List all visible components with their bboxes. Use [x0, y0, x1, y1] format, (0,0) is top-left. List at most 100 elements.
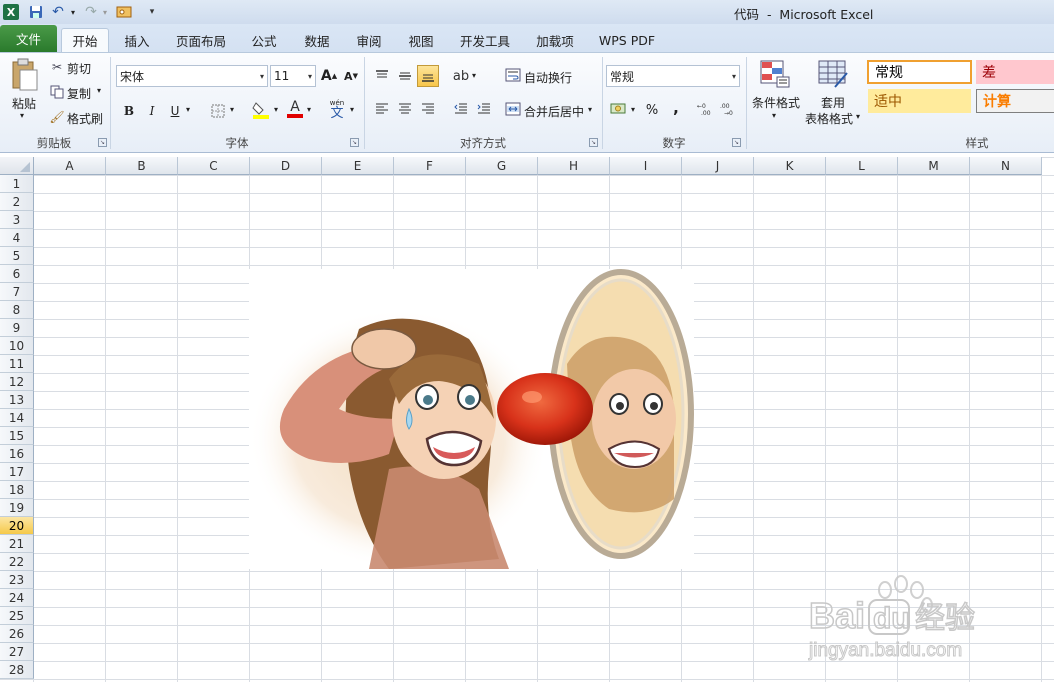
column-header-l[interactable]: L — [826, 157, 898, 175]
conditional-formatting-button[interactable]: 条件格式 — [752, 94, 800, 111]
paste-icon[interactable] — [8, 57, 40, 93]
tab-addins[interactable]: 加载项 — [528, 28, 582, 52]
tab-home[interactable]: 开始 — [61, 28, 109, 52]
bold-button[interactable]: B — [118, 100, 140, 122]
row-header-2[interactable]: 2 — [0, 193, 34, 211]
percent-button[interactable]: % — [641, 99, 663, 121]
row-header-28[interactable]: 28 — [0, 661, 34, 679]
row-header-15[interactable]: 15 — [0, 427, 34, 445]
copy-dropdown-icon[interactable]: ▾ — [97, 86, 101, 95]
format-as-table-line2[interactable]: 表格格式 — [805, 110, 853, 127]
row-header-17[interactable]: 17 — [0, 463, 34, 481]
clipboard-launcher-icon[interactable]: ↘ — [98, 138, 107, 147]
row-header-7[interactable]: 7 — [0, 283, 34, 301]
row-header-9[interactable]: 9 — [0, 319, 34, 337]
font-color-button[interactable]: A — [284, 98, 306, 120]
merge-center-dropdown-icon[interactable]: ▾ — [588, 105, 592, 114]
row-header-6[interactable]: 6 — [0, 265, 34, 283]
tab-file[interactable]: 文件 — [0, 25, 57, 52]
increase-indent-icon[interactable] — [473, 98, 495, 120]
cut-button[interactable]: 剪切 — [67, 60, 91, 77]
row-header-5[interactable]: 5 — [0, 247, 34, 265]
conditional-formatting-dropdown-icon[interactable]: ▾ — [772, 111, 776, 120]
underline-dropdown-icon[interactable]: ▾ — [186, 105, 190, 114]
comma-button[interactable]: , — [665, 97, 687, 119]
column-header-j[interactable]: J — [682, 157, 754, 175]
increase-decimal-icon[interactable]: ←0.00 — [696, 98, 718, 120]
column-header-f[interactable]: F — [394, 157, 466, 175]
merge-center-button[interactable]: 合并后居中 — [524, 103, 584, 120]
row-header-19[interactable]: 19 — [0, 499, 34, 517]
border-dropdown-icon[interactable]: ▾ — [230, 105, 234, 114]
undo-dropdown-icon[interactable]: ▾ — [68, 3, 78, 21]
number-format-combo[interactable]: 常规 ▾ — [606, 65, 740, 87]
row-header-18[interactable]: 18 — [0, 481, 34, 499]
row-header-1[interactable]: 1 — [0, 175, 34, 193]
tab-view[interactable]: 视图 — [400, 28, 442, 52]
redo-icon[interactable]: ↷ — [82, 3, 100, 21]
fill-color-dropdown-icon[interactable]: ▾ — [274, 105, 278, 114]
underline-button[interactable]: U — [164, 100, 186, 122]
row-header-23[interactable]: 23 — [0, 571, 34, 589]
align-right-icon[interactable] — [417, 98, 439, 120]
row-header-25[interactable]: 25 — [0, 607, 34, 625]
format-as-table-icon[interactable] — [815, 57, 851, 91]
currency-format-icon[interactable] — [608, 98, 630, 120]
row-header-10[interactable]: 10 — [0, 337, 34, 355]
row-header-24[interactable]: 24 — [0, 589, 34, 607]
font-size-combo[interactable]: 11 ▾ — [270, 65, 316, 87]
currency-dropdown-icon[interactable]: ▾ — [631, 105, 635, 114]
paste-button[interactable]: 粘贴 — [12, 95, 36, 112]
conditional-formatting-icon[interactable] — [757, 57, 793, 91]
tab-data[interactable]: 数据 — [296, 28, 338, 52]
style-cell-normal[interactable]: 常规 — [867, 60, 972, 84]
font-name-combo[interactable]: 宋体 ▾ — [116, 65, 268, 87]
column-header-c[interactable]: C — [178, 157, 250, 175]
column-header-d[interactable]: D — [250, 157, 322, 175]
column-header-n[interactable]: N — [970, 157, 1042, 175]
phonetic-dropdown-icon[interactable]: ▾ — [350, 105, 354, 114]
tab-page-layout[interactable]: 页面布局 — [168, 28, 234, 52]
paste-dropdown-icon[interactable]: ▾ — [20, 111, 24, 120]
phonetic-button[interactable]: wén 文 — [326, 98, 348, 120]
grow-font-button[interactable]: A ▲ — [318, 65, 340, 87]
align-top-icon[interactable] — [371, 65, 393, 87]
shrink-font-button[interactable]: A ▼ — [340, 65, 362, 87]
excel-logo-icon[interactable]: X — [3, 4, 19, 20]
column-header-h[interactable]: H — [538, 157, 610, 175]
row-header-20[interactable]: 20 — [0, 517, 34, 535]
save-icon[interactable] — [27, 3, 45, 21]
row-header-13[interactable]: 13 — [0, 391, 34, 409]
row-header-22[interactable]: 22 — [0, 553, 34, 571]
orientation-dropdown-icon[interactable]: ▾ — [472, 71, 476, 80]
tab-insert[interactable]: 插入 — [116, 28, 158, 52]
column-header-m[interactable]: M — [898, 157, 970, 175]
column-header-k[interactable]: K — [754, 157, 826, 175]
tab-formulas[interactable]: 公式 — [243, 28, 285, 52]
quick-access-more-icon[interactable]: ▾ — [146, 3, 158, 21]
row-header-12[interactable]: 12 — [0, 373, 34, 391]
style-cell-bad[interactable]: 差 — [976, 60, 1054, 84]
alignment-launcher-icon[interactable]: ↘ — [589, 138, 598, 147]
column-header-a[interactable]: A — [34, 157, 106, 175]
row-header-11[interactable]: 11 — [0, 355, 34, 373]
row-header-27[interactable]: 27 — [0, 643, 34, 661]
style-cell-calculation[interactable]: 计算 — [976, 89, 1054, 113]
orientation-icon[interactable]: ab — [450, 65, 472, 87]
undo-icon[interactable]: ↶ — [49, 3, 67, 21]
column-header-g[interactable]: G — [466, 157, 538, 175]
select-all-corner[interactable] — [0, 157, 34, 175]
row-header-8[interactable]: 8 — [0, 301, 34, 319]
format-as-table-dropdown-icon[interactable]: ▾ — [856, 112, 860, 121]
fill-color-icon[interactable] — [250, 99, 272, 121]
column-header-i[interactable]: I — [610, 157, 682, 175]
row-header-16[interactable]: 16 — [0, 445, 34, 463]
column-header-b[interactable]: B — [106, 157, 178, 175]
align-bottom-icon[interactable] — [417, 65, 439, 87]
column-header-e[interactable]: E — [322, 157, 394, 175]
align-middle-icon[interactable] — [394, 65, 416, 87]
number-launcher-icon[interactable]: ↘ — [732, 138, 741, 147]
redo-dropdown-icon[interactable]: ▾ — [100, 3, 110, 21]
wrap-text-button[interactable]: 自动换行 — [524, 69, 572, 86]
customize-icon[interactable] — [112, 3, 138, 21]
